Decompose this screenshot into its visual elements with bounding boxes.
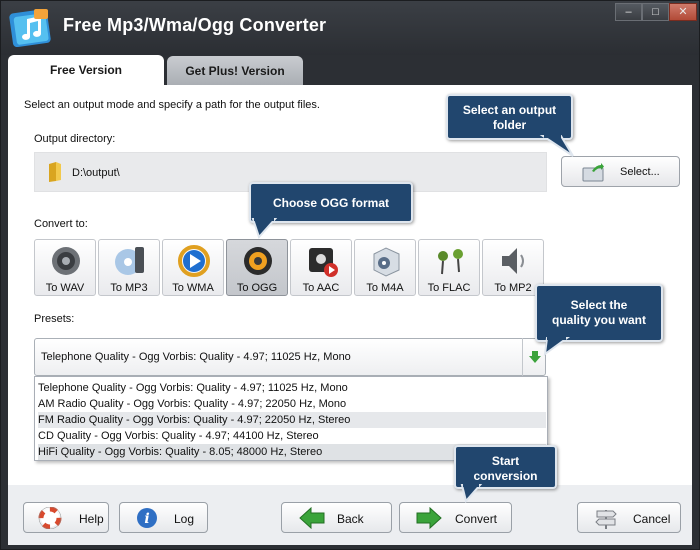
title-bar[interactable]: Free Mp3/Wma/Ogg Converter – □ ✕	[1, 1, 699, 55]
callout-pointer	[251, 217, 278, 239]
log-label: Log	[174, 512, 195, 526]
presets-label: Presets:	[34, 313, 75, 325]
cancel-label: Cancel	[633, 512, 671, 526]
callout-pointer	[539, 134, 574, 157]
callout-select-output-folder: Select an output folder	[446, 94, 574, 157]
callout-text: Start	[491, 454, 520, 468]
back-label: Back	[337, 512, 364, 526]
chevron-down-icon	[529, 351, 541, 363]
format-button-wma[interactable]: To WMA	[162, 239, 224, 296]
callout-pointer	[543, 336, 571, 357]
svg-text:i: i	[144, 511, 149, 527]
preset-option[interactable]: CD Quality - Ogg Vorbis: Quality - 4.97;…	[38, 428, 546, 444]
presets-selected-value: Telephone Quality - Ogg Vorbis: Quality …	[41, 351, 351, 363]
callout-pointer	[460, 483, 483, 504]
folder-arrow-icon	[582, 163, 604, 182]
folder-icon	[49, 162, 61, 182]
format-label: To OGG	[236, 282, 278, 294]
presets-select[interactable]: Telephone Quality - Ogg Vorbis: Quality …	[34, 338, 546, 376]
callout-text: Select the	[570, 298, 628, 312]
preset-option[interactable]: AM Radio Quality - Ogg Vorbis: Quality -…	[38, 396, 546, 412]
callout-start-conversion: Start conversion	[454, 445, 557, 504]
format-label: To MP2	[494, 282, 532, 294]
help-label: Help	[79, 512, 104, 526]
preset-option[interactable]: FM Radio Quality - Ogg Vorbis: Quality -…	[38, 412, 546, 428]
convert-to-label: Convert to:	[34, 218, 88, 230]
callout-choose-ogg: Choose OGG format	[249, 182, 413, 239]
format-button-aac[interactable]: To AAC	[290, 239, 352, 296]
format-label: To WMA	[172, 282, 214, 294]
window-title: Free Mp3/Wma/Ogg Converter	[63, 15, 327, 35]
app-music-icon	[9, 9, 51, 47]
preset-option[interactable]: Telephone Quality - Ogg Vorbis: Quality …	[38, 380, 546, 396]
lifebuoy-icon	[38, 507, 62, 529]
help-button[interactable]: Help	[23, 502, 109, 533]
intro-text: Select an output mode and specify a path…	[24, 99, 320, 111]
speaker-icon	[52, 247, 80, 275]
convert-label: Convert	[455, 512, 498, 526]
orange-speaker-icon	[244, 247, 272, 275]
loudspeaker-icon	[502, 248, 524, 274]
callout-text: Select an output	[462, 103, 557, 117]
cancel-button[interactable]: Cancel	[577, 502, 681, 533]
format-label: To FLAC	[427, 282, 471, 294]
close-button[interactable]: ✕	[669, 3, 697, 21]
tab-get-plus-version[interactable]: Get Plus! Version	[167, 56, 303, 86]
info-icon: i	[137, 508, 157, 528]
tab-free-version[interactable]: Free Version	[8, 55, 164, 86]
output-directory-label: Output directory:	[34, 133, 116, 145]
apple-record-icon	[309, 248, 338, 277]
format-label: To MP3	[110, 282, 148, 294]
select-folder-button[interactable]: Select...	[561, 156, 680, 187]
media-player-icon	[178, 245, 210, 277]
select-button-label: Select...	[620, 166, 660, 178]
log-button[interactable]: i Log	[119, 502, 208, 533]
format-button-ogg[interactable]: To OGG	[226, 239, 288, 296]
minimize-button[interactable]: –	[615, 3, 642, 21]
cd-disc-icon	[115, 247, 144, 275]
format-button-flac[interactable]: To FLAC	[418, 239, 480, 296]
callout-text: Choose OGG format	[272, 196, 389, 210]
format-label: To M4A	[366, 282, 404, 294]
arrow-right-icon	[416, 507, 442, 529]
presets-dropdown-button[interactable]	[522, 338, 546, 376]
callout-select-quality: Select the quality you want	[535, 284, 663, 357]
format-label: To WAV	[45, 282, 85, 294]
headphones-icon	[438, 249, 463, 275]
format-button-wav[interactable]: To WAV	[34, 239, 96, 296]
back-button[interactable]: Back	[281, 502, 392, 533]
format-button-mp3[interactable]: To MP3	[98, 239, 160, 296]
maximize-button[interactable]: □	[642, 3, 669, 21]
arrow-left-icon	[299, 507, 325, 529]
format-label: To AAC	[302, 282, 340, 294]
box-icon	[373, 247, 400, 277]
format-button-m4a[interactable]: To M4A	[354, 239, 416, 296]
callout-text: conversion	[473, 469, 538, 483]
convert-button[interactable]: Convert	[399, 502, 512, 533]
output-path-value: D:\output\	[72, 167, 120, 179]
callout-text: folder	[492, 118, 527, 132]
signpost-icon	[595, 510, 617, 529]
callout-text: quality you want	[551, 313, 646, 327]
